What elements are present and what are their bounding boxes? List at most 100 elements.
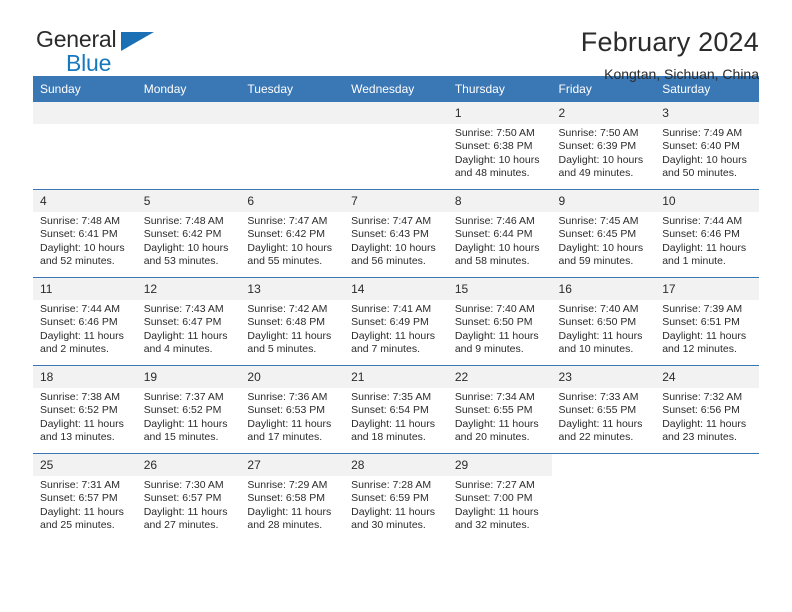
calendar-empty-cell [551, 453, 656, 541]
calendar-day-cell[interactable]: 19 Sunrise: 7:37 AM Sunset: 6:52 PM Dayligh… [136, 365, 241, 454]
calendar-day-cell[interactable]: 6 Sunrise: 7:47 AM Sunset: 6:42 PM Daylight… [240, 189, 345, 278]
calendar-day-cell[interactable]: 15 Sunrise: 7:40 AM Sunset: 6:50 PM Dayligh… [447, 277, 552, 366]
calendar-day-cell[interactable]: 8 Sunrise: 7:46 AM Sunset: 6:44 PM Daylight… [447, 189, 552, 278]
sunset-time: Sunset: 6:42 PM [247, 228, 326, 241]
sunrise-time: Sunrise: 7:40 AM [454, 303, 535, 315]
calendar-week-row: 11 Sunrise: 7:44 AM Sunset: 6:46 PM Dayligh… [33, 277, 759, 366]
daylight-duration-line2: and 30 minutes. [351, 519, 426, 532]
calendar-day-cell[interactable]: 2 Sunrise: 7:50 AM Sunset: 6:39 PM Daylight… [551, 102, 656, 190]
calendar-day-cell[interactable]: 10 Sunrise: 7:44 AM Sunset: 6:46 PM Dayligh… [655, 189, 759, 278]
daylight-duration-line1: Daylight: 10 hours [351, 241, 436, 254]
day-details: Sunrise: 7:35 AM Sunset: 6:54 PM Daylight:… [344, 388, 448, 445]
calendar-day-cell[interactable]: 13 Sunrise: 7:42 AM Sunset: 6:48 PM Dayligh… [240, 277, 345, 366]
sunrise-time: Sunrise: 7:41 AM [351, 303, 432, 315]
calendar-day-cell[interactable]: 18 Sunrise: 7:38 AM Sunset: 6:52 PM Dayligh… [33, 365, 137, 454]
day-details: Sunrise: 7:33 AM Sunset: 6:55 PM Daylight:… [552, 388, 656, 445]
daylight-duration-line1: Daylight: 11 hours [143, 417, 228, 430]
daylight-duration-line2: and 23 minutes. [662, 431, 737, 444]
calendar-day-cell[interactable]: 14 Sunrise: 7:41 AM Sunset: 6:49 PM Dayligh… [344, 277, 448, 366]
daylight-duration-line1: Daylight: 11 hours [454, 417, 539, 430]
daylight-duration-line2: and 52 minutes. [40, 255, 115, 268]
calendar-day-cell[interactable]: 28 Sunrise: 7:28 AM Sunset: 6:59 PM Dayligh… [344, 453, 448, 541]
sunset-time: Sunset: 6:44 PM [454, 228, 533, 241]
day-details: Sunrise: 7:27 AM Sunset: 7:00 PM Daylight:… [448, 476, 552, 533]
day-number: 7 [344, 190, 448, 212]
calendar-day-cell[interactable]: 5 Sunrise: 7:48 AM Sunset: 6:42 PM Daylight… [136, 189, 241, 278]
sunset-time: Sunset: 6:46 PM [662, 228, 740, 241]
day-number: 14 [344, 278, 448, 300]
day-number: 21 [344, 366, 448, 388]
sunrise-time: Sunrise: 7:50 AM [558, 127, 639, 139]
day-number: 24 [655, 366, 759, 388]
sunset-time: Sunset: 6:58 PM [247, 492, 326, 505]
daylight-duration-line2: and 20 minutes. [454, 431, 530, 444]
day-number: 3 [655, 102, 759, 124]
calendar-day-cell[interactable]: 27 Sunrise: 7:29 AM Sunset: 6:58 PM Dayligh… [240, 453, 345, 541]
calendar-day-cell[interactable]: 24 Sunrise: 7:32 AM Sunset: 6:56 PM Dayligh… [655, 365, 759, 454]
daylight-duration-line1: Daylight: 10 hours [40, 241, 125, 254]
daylight-duration-line2: and 18 minutes. [351, 431, 426, 444]
calendar-day-cell[interactable]: 22 Sunrise: 7:34 AM Sunset: 6:55 PM Dayligh… [447, 365, 552, 454]
calendar-day-cell[interactable]: 3 Sunrise: 7:49 AM Sunset: 6:40 PM Daylight… [655, 102, 759, 190]
day-details: Sunrise: 7:47 AM Sunset: 6:43 PM Daylight:… [344, 212, 448, 269]
calendar-day-cell[interactable]: 29 Sunrise: 7:27 AM Sunset: 7:00 PM Dayligh… [447, 453, 552, 541]
day-details: Sunrise: 7:34 AM Sunset: 6:55 PM Daylight:… [448, 388, 552, 445]
daylight-duration-line2: and 28 minutes. [247, 519, 323, 532]
calendar-day-cell[interactable]: 16 Sunrise: 7:40 AM Sunset: 6:50 PM Dayligh… [551, 277, 656, 366]
day-number: 5 [136, 190, 241, 212]
day-number: 16 [551, 278, 656, 300]
calendar-day-cell[interactable]: 11 Sunrise: 7:44 AM Sunset: 6:46 PM Dayligh… [33, 277, 137, 366]
day-number: 26 [136, 454, 241, 476]
calendar-day-cell[interactable]: 20 Sunrise: 7:36 AM Sunset: 6:53 PM Dayligh… [240, 365, 345, 454]
daylight-duration-line2: and 1 minute. [662, 255, 726, 268]
daylight-duration-line2: and 4 minutes. [143, 343, 213, 356]
calendar-day-cell[interactable]: 23 Sunrise: 7:33 AM Sunset: 6:55 PM Dayligh… [551, 365, 656, 454]
sunset-time: Sunset: 6:46 PM [40, 316, 118, 329]
calendar-day-cell[interactable]: 26 Sunrise: 7:30 AM Sunset: 6:57 PM Dayligh… [136, 453, 241, 541]
sunset-time: Sunset: 6:54 PM [351, 404, 429, 417]
daylight-duration-line2: and 58 minutes. [454, 255, 530, 268]
sunrise-time: Sunrise: 7:40 AM [558, 303, 639, 315]
sunrise-time: Sunrise: 7:42 AM [247, 303, 328, 315]
sunrise-time: Sunrise: 7:47 AM [247, 215, 328, 227]
day-number [344, 102, 448, 124]
sunset-time: Sunset: 6:56 PM [662, 404, 740, 417]
daylight-duration-line2: and 5 minutes. [247, 343, 317, 356]
day-number: 22 [447, 366, 552, 388]
general-blue-logo[interactable]: General Blue [33, 26, 158, 78]
calendar-day-cell[interactable]: 7 Sunrise: 7:47 AM Sunset: 6:43 PM Daylight… [344, 189, 448, 278]
daylight-duration-line2: and 15 minutes. [143, 431, 219, 444]
day-number: 1 [447, 102, 552, 124]
day-details [655, 476, 759, 479]
day-number: 27 [240, 454, 345, 476]
daylight-duration-line2: and 17 minutes. [247, 431, 323, 444]
sunrise-time: Sunrise: 7:33 AM [558, 391, 639, 403]
day-number: 11 [33, 278, 137, 300]
calendar-day-cell[interactable]: 1 Sunrise: 7:50 AM Sunset: 6:38 PM Daylight… [447, 102, 552, 190]
day-number: 28 [344, 454, 448, 476]
calendar-day-cell[interactable]: 17 Sunrise: 7:39 AM Sunset: 6:51 PM Dayligh… [655, 277, 759, 366]
calendar-day-cell[interactable]: 12 Sunrise: 7:43 AM Sunset: 6:47 PM Dayligh… [136, 277, 241, 366]
calendar-empty-cell [344, 102, 448, 190]
sunrise-time: Sunrise: 7:48 AM [143, 215, 224, 227]
calendar-day-cell[interactable]: 4 Sunrise: 7:48 AM Sunset: 6:41 PM Daylight… [33, 189, 137, 278]
logo-text-blue: Blue [66, 50, 112, 76]
day-number [33, 102, 137, 124]
sunrise-time: Sunrise: 7:45 AM [558, 215, 639, 227]
calendar-page: General Blue February 2024 Kongtan, Sich… [0, 0, 792, 612]
sunset-time: Sunset: 7:00 PM [454, 492, 533, 505]
month-calendar: Sunday Monday Tuesday Wednesday Thursday… [33, 76, 759, 541]
day-details [552, 476, 656, 479]
weekday-header-monday: Monday [136, 76, 241, 102]
day-details [240, 124, 344, 127]
sunrise-time: Sunrise: 7:38 AM [40, 391, 120, 403]
sunset-time: Sunset: 6:57 PM [143, 492, 222, 505]
daylight-duration-line1: Daylight: 11 hours [40, 329, 124, 342]
calendar-day-cell[interactable]: 9 Sunrise: 7:45 AM Sunset: 6:45 PM Daylight… [551, 189, 656, 278]
sunset-time: Sunset: 6:50 PM [454, 316, 533, 329]
daylight-duration-line1: Daylight: 11 hours [143, 329, 228, 342]
calendar-day-cell[interactable]: 21 Sunrise: 7:35 AM Sunset: 6:54 PM Dayligh… [344, 365, 448, 454]
sunrise-time: Sunrise: 7:44 AM [662, 215, 743, 227]
calendar-day-cell[interactable]: 25 Sunrise: 7:31 AM Sunset: 6:57 PM Dayligh… [33, 453, 137, 541]
day-number [136, 102, 241, 124]
